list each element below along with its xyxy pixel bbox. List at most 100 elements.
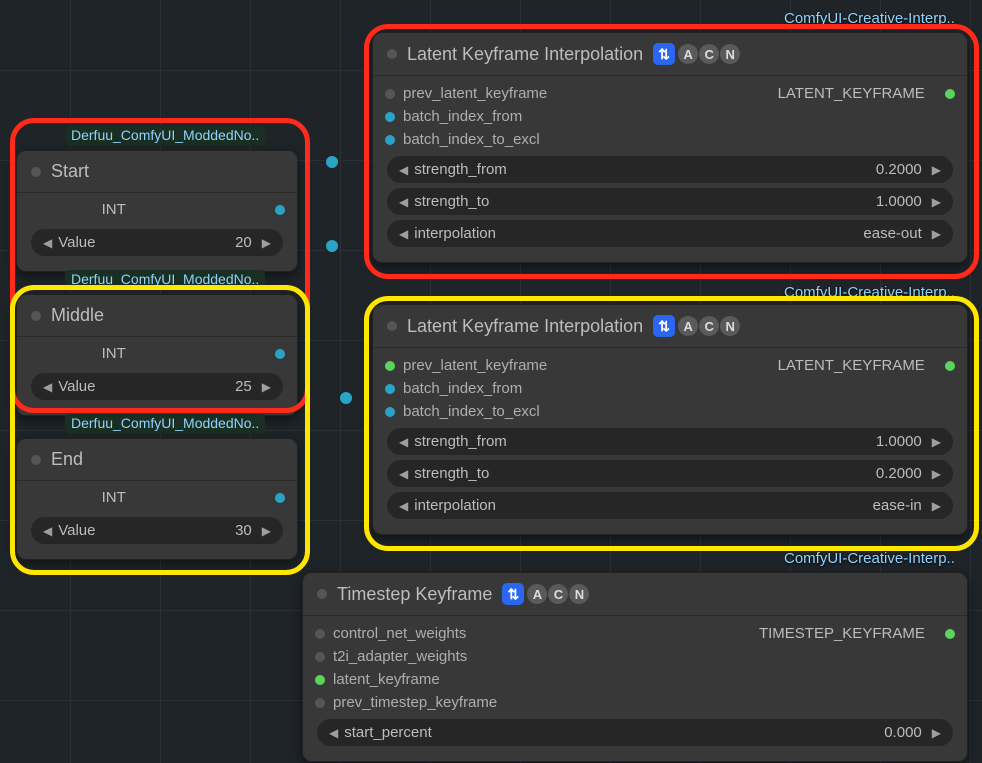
input-label: batch_index_from	[403, 380, 522, 397]
increment-icon[interactable]: ▶	[262, 236, 271, 250]
increment-icon[interactable]: ▶	[932, 467, 941, 481]
node-package-tag: Derfuu_ComfyUI_ModdedNo..	[65, 126, 265, 145]
wire-junction	[326, 156, 338, 168]
decrement-icon[interactable]: ◀	[329, 726, 338, 740]
decrement-icon[interactable]: ◀	[399, 163, 408, 177]
input-port-icon[interactable]	[315, 652, 325, 662]
strength-to-widget[interactable]: ◀strength_to0.2000▶	[387, 460, 953, 487]
increment-icon[interactable]: ▶	[262, 380, 271, 394]
decrement-icon[interactable]: ◀	[399, 435, 408, 449]
widget-label: strength_to	[414, 193, 489, 210]
widget-value: 20	[235, 234, 252, 251]
badge-c: C	[548, 584, 568, 604]
increment-icon[interactable]: ▶	[932, 195, 941, 209]
node-title-text: Latent Keyframe Interpolation	[407, 316, 643, 337]
decrement-icon[interactable]: ◀	[399, 499, 408, 513]
node-badges: ⇅ ACN	[653, 43, 740, 65]
collapse-icon[interactable]	[387, 321, 397, 331]
input-port-icon[interactable]	[385, 407, 395, 417]
input-label: batch_index_from	[403, 108, 522, 125]
node-latent-keyframe-interpolation-1[interactable]: Latent Keyframe Interpolation ⇅ ACN prev…	[372, 32, 968, 263]
output-port-icon[interactable]	[275, 349, 285, 359]
strength-from-widget[interactable]: ◀strength_from1.0000▶	[387, 428, 953, 455]
input-label: batch_index_to_excl	[403, 403, 540, 420]
input-label: control_net_weights	[333, 625, 466, 642]
output-port-icon[interactable]	[945, 89, 955, 99]
collapse-icon[interactable]	[31, 167, 41, 177]
increment-icon[interactable]: ▶	[932, 435, 941, 449]
widget-label: Value	[58, 522, 95, 539]
increment-icon[interactable]: ▶	[932, 163, 941, 177]
value-widget[interactable]: ◀Value25▶	[31, 373, 283, 400]
wire-junction	[326, 240, 338, 252]
widget-value: 1.0000	[876, 433, 922, 450]
input-port-icon[interactable]	[385, 135, 395, 145]
node-package-tag: ComfyUI-Creative-Interp..	[784, 550, 955, 567]
node-title-text: Middle	[51, 305, 104, 326]
input-port-icon[interactable]	[315, 629, 325, 639]
interpolation-widget[interactable]: ◀interpolationease-in▶	[387, 492, 953, 519]
badge-a: A	[678, 316, 698, 336]
node-icon: ⇅	[502, 583, 524, 605]
badge-n: N	[569, 584, 589, 604]
node-middle[interactable]: Middle INT ◀Value25▶	[16, 294, 298, 416]
value-widget[interactable]: ◀ Value 30 ▶	[31, 517, 283, 544]
increment-icon[interactable]: ▶	[932, 726, 941, 740]
decrement-icon[interactable]: ◀	[399, 195, 408, 209]
collapse-icon[interactable]	[31, 455, 41, 465]
decrement-icon[interactable]: ◀	[399, 227, 408, 241]
node-package-tag: Derfuu_ComfyUI_ModdedNo..	[65, 270, 265, 289]
start-percent-widget[interactable]: ◀start_percent0.000▶	[317, 719, 953, 746]
decrement-icon[interactable]: ◀	[43, 380, 52, 394]
node-badges: ⇅ ACN	[653, 315, 740, 337]
input-label: prev_latent_keyframe	[403, 85, 547, 102]
node-latent-keyframe-interpolation-2[interactable]: Latent Keyframe Interpolation ⇅ ACN prev…	[372, 304, 968, 535]
decrement-icon[interactable]: ◀	[399, 467, 408, 481]
increment-icon[interactable]: ▶	[932, 227, 941, 241]
badge-a: A	[678, 44, 698, 64]
collapse-icon[interactable]	[317, 589, 327, 599]
badge-c: C	[699, 316, 719, 336]
widget-label: Value	[58, 234, 95, 251]
node-title-text: Start	[51, 161, 89, 182]
input-port-icon[interactable]	[385, 89, 395, 99]
output-label: INT	[102, 489, 126, 506]
widget-value: 1.0000	[876, 193, 922, 210]
output-port-icon[interactable]	[945, 361, 955, 371]
output-port-icon[interactable]	[945, 629, 955, 639]
output-label: TIMESTEP_KEYFRAME	[759, 625, 925, 642]
strength-to-widget[interactable]: ◀ strength_to 1.0000 ▶	[387, 188, 953, 215]
widget-value: ease-in	[873, 497, 922, 514]
interpolation-widget[interactable]: ◀interpolationease-out▶	[387, 220, 953, 247]
decrement-icon[interactable]: ◀	[43, 236, 52, 250]
node-icon: ⇅	[653, 43, 675, 65]
input-label: latent_keyframe	[333, 671, 440, 688]
input-port-icon[interactable]	[385, 112, 395, 122]
value-widget[interactable]: ◀ Value 20 ▶	[31, 229, 283, 256]
output-port-icon[interactable]	[275, 205, 285, 215]
input-port-icon[interactable]	[385, 361, 395, 371]
output-port-icon[interactable]	[275, 493, 285, 503]
wire-junction	[340, 392, 352, 404]
input-port-icon[interactable]	[315, 675, 325, 685]
widget-value: 30	[235, 522, 252, 539]
increment-icon[interactable]: ▶	[262, 524, 271, 538]
node-badges: ⇅ ACN	[502, 583, 589, 605]
widget-value: 0.2000	[876, 465, 922, 482]
input-label: t2i_adapter_weights	[333, 648, 467, 665]
badge-a: A	[527, 584, 547, 604]
node-start[interactable]: Start INT ◀Value20▶	[16, 150, 298, 272]
increment-icon[interactable]: ▶	[932, 499, 941, 513]
node-package-tag: Derfuu_ComfyUI_ModdedNo..	[65, 414, 265, 433]
output-label: LATENT_KEYFRAME	[778, 85, 925, 102]
decrement-icon[interactable]: ◀	[43, 524, 52, 538]
input-label: prev_latent_keyframe	[403, 357, 547, 374]
input-port-icon[interactable]	[385, 384, 395, 394]
node-end[interactable]: End INT ◀Value30▶	[16, 438, 298, 560]
node-title-text: Timestep Keyframe	[337, 584, 492, 605]
input-port-icon[interactable]	[315, 698, 325, 708]
collapse-icon[interactable]	[387, 49, 397, 59]
strength-from-widget[interactable]: ◀strength_from0.2000▶	[387, 156, 953, 183]
node-timestep-keyframe[interactable]: Timestep Keyframe ⇅ ACN control_net_weig…	[302, 572, 968, 762]
collapse-icon[interactable]	[31, 311, 41, 321]
